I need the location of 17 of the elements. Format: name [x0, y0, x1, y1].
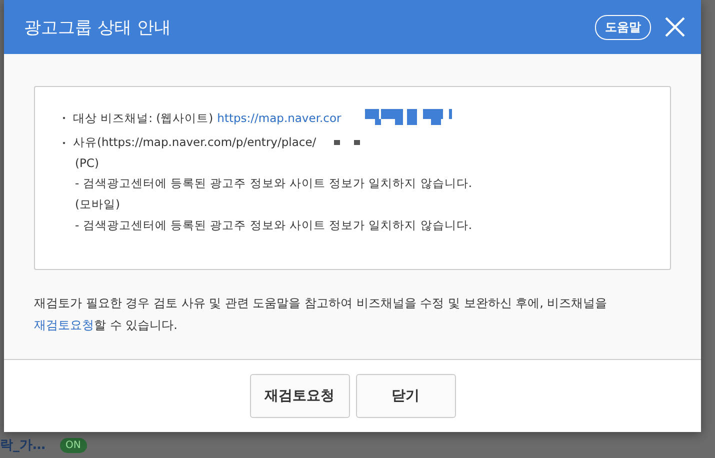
notice-text: 재검토가 필요한 경우 검토 사유 및 관련 도움말을 참고하여 비즈채널을 수정 및 보완하신 후에, 비즈채널을 재검토요청할 수 있습니다. — [34, 295, 608, 334]
review-request-link[interactable]: 재검토요청 — [34, 318, 94, 332]
help-button[interactable]: 도움말 — [595, 14, 651, 40]
section-detail: - 검색광고센터에 등록된 광고주 정보와 사이트 정보가 일치하지 않습니다. — [74, 218, 474, 233]
status-badge: ON — [60, 438, 87, 452]
section-detail: - 검색광고센터에 등록된 광고주 정보와 사이트 정보가 일치하지 않습니다. — [74, 176, 474, 191]
section-heading: (PC) — [74, 156, 100, 170]
close-dialog-button[interactable]: 닫기 — [356, 374, 456, 418]
close-icon — [663, 15, 687, 39]
reason-label: 사유(https://map.naver.com/p/entry/place/ — [73, 135, 316, 150]
dialog-title: 광고그룹 상태 안내 — [24, 16, 172, 38]
review-request-button[interactable]: 재검토요청 — [250, 374, 350, 418]
close-button[interactable] — [663, 15, 687, 39]
section-heading: (모바일) — [74, 197, 121, 212]
channel-label: 대상 비즈채널: (웹사이트) — [73, 110, 214, 126]
list-item-label: 락_가… — [0, 437, 46, 454]
channel-link[interactable]: https://map.naver.cor — [217, 111, 342, 125]
